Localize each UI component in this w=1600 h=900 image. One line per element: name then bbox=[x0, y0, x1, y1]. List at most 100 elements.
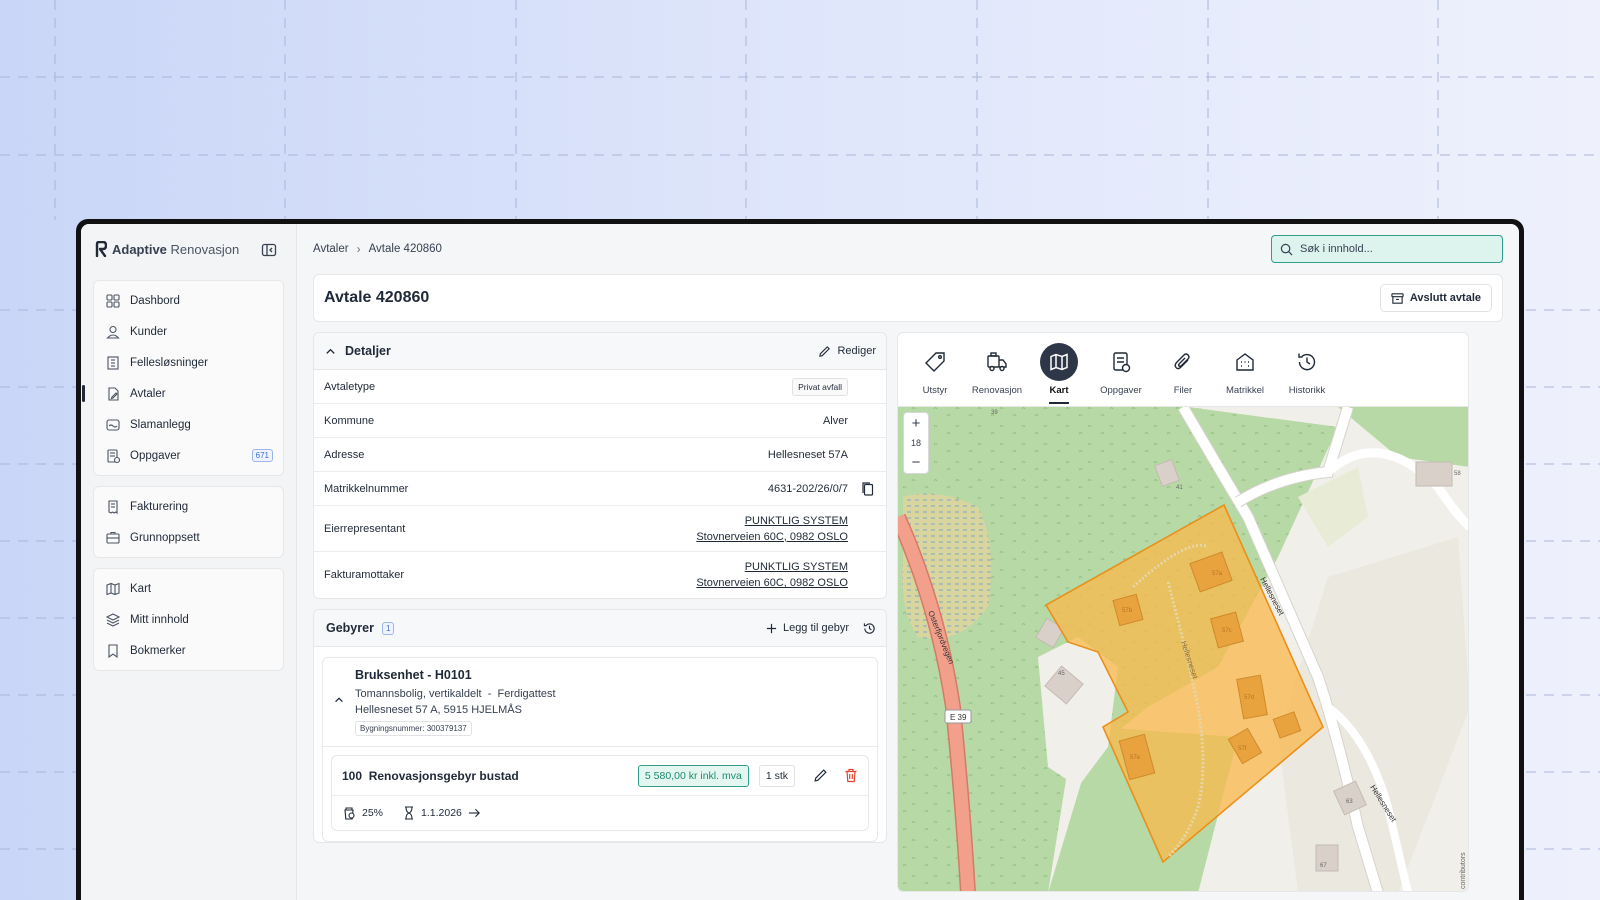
fees-count-badge: 1 bbox=[381, 621, 395, 635]
map-icon bbox=[106, 582, 120, 595]
pencil-icon bbox=[819, 345, 831, 357]
chevron-up-icon[interactable] bbox=[333, 694, 345, 706]
bookmark-icon bbox=[108, 643, 118, 658]
sidebar-item-bokmerker[interactable]: Bokmerker bbox=[94, 635, 283, 666]
device-frame: Adaptive Renovasjon Dashbord Kunder Fell… bbox=[76, 219, 1524, 900]
add-fee-button[interactable]: Legg til gebyr bbox=[766, 622, 849, 634]
unit-box: Bruksenhet - H0101 Tomannsbolig, vertika… bbox=[322, 657, 878, 842]
zoom-out-button[interactable]: − bbox=[912, 455, 921, 470]
share-value: 25% bbox=[362, 807, 384, 819]
sidebar-item-kart[interactable]: Kart bbox=[94, 573, 283, 604]
breadcrumb-current: Avtale 420860 bbox=[368, 243, 442, 255]
owner-link[interactable]: PUNKTLIG SYSTEM Stovnerveien 60C, 0982 O… bbox=[696, 513, 848, 545]
house-number: 63 bbox=[1346, 799, 1353, 805]
breadcrumb-parent-link[interactable]: Avtaler bbox=[313, 243, 349, 255]
history-icon bbox=[1298, 353, 1316, 371]
history-icon[interactable] bbox=[863, 622, 876, 635]
house-number: 41 bbox=[1176, 485, 1183, 491]
detail-value: Alver bbox=[822, 414, 848, 427]
sludge-icon bbox=[106, 418, 120, 431]
task-count-badge: 671 bbox=[251, 449, 273, 462]
end-agreement-button[interactable]: Avslutt avtale bbox=[1379, 284, 1492, 312]
user-icon bbox=[106, 325, 120, 339]
contract-icon bbox=[108, 386, 119, 401]
sidebar-item-label: Kart bbox=[130, 582, 152, 595]
tab-utstyr[interactable]: Utstyr bbox=[904, 333, 966, 406]
brand[interactable]: Adaptive Renovasjon bbox=[93, 236, 284, 262]
tab-label: Oppgaver bbox=[1100, 385, 1142, 396]
unit-type-line: Tomannsbolig, vertikaldelt - Ferdigattes… bbox=[355, 686, 867, 702]
chevron-up-icon[interactable] bbox=[324, 345, 337, 358]
nav-group-content: Kart Mitt innhold Bokmerker bbox=[93, 568, 284, 671]
fees-card: Gebyrer 1 Legg til gebyr Bruksenhet - H0… bbox=[313, 609, 887, 843]
start-date: 1.1.2026 bbox=[421, 807, 462, 819]
map-canvas[interactable]: Hellesneset Hellesneset Hellesneset Oste… bbox=[898, 403, 1469, 892]
owner-address[interactable]: Stovnerveien 60C, 0982 OSLO bbox=[696, 531, 848, 543]
detail-row-fakturamottaker: Fakturamottaker PUNKTLIG SYSTEM Stovnerv… bbox=[314, 552, 886, 598]
sidebar-item-label: Slamanlegg bbox=[130, 418, 191, 431]
tab-matrikkel[interactable]: Matrikkel bbox=[1214, 333, 1276, 406]
sidebar-item-label: Oppgaver bbox=[130, 449, 181, 462]
task-icon bbox=[107, 448, 120, 463]
detail-label: Avtaletype bbox=[324, 380, 376, 393]
tab-kart[interactable]: Kart bbox=[1028, 333, 1090, 406]
nav-group-main: Dashbord Kunder Fellesløsninger Avtaler … bbox=[82, 280, 284, 476]
owner-name[interactable]: PUNKTLIG SYSTEM bbox=[745, 515, 848, 527]
sidebar-item-fellesløsninger[interactable]: Fellesløsninger bbox=[94, 347, 283, 378]
invoice-recipient-address[interactable]: Stovnerveien 60C, 0982 OSLO bbox=[696, 577, 848, 589]
trash-icon[interactable] bbox=[844, 768, 858, 783]
sidebar-item-grunnoppsett[interactable]: Grunnoppsett bbox=[94, 522, 283, 553]
map-view[interactable]: Hellesneset Hellesneset Hellesneset Oste… bbox=[898, 403, 1469, 892]
search-box[interactable] bbox=[1271, 235, 1503, 263]
tab-filer[interactable]: Filer bbox=[1152, 333, 1214, 406]
page-title: Avtale 420860 bbox=[324, 289, 430, 306]
sidebar-item-dashbord[interactable]: Dashbord bbox=[94, 285, 283, 316]
house-number: 57d bbox=[1244, 695, 1254, 701]
invoice-recipient-link[interactable]: PUNKTLIG SYSTEM Stovnerveien 60C, 0982 O… bbox=[696, 559, 848, 591]
edit-button[interactable]: Rediger bbox=[818, 345, 876, 358]
unit-summary: Bruksenhet - H0101 Tomannsbolig, vertika… bbox=[323, 658, 877, 747]
search-input[interactable] bbox=[1300, 243, 1490, 255]
topbar: Avtaler › Avtale 420860 bbox=[313, 224, 1503, 274]
zoom-in-button[interactable]: + bbox=[912, 416, 921, 431]
truck-icon bbox=[987, 352, 1007, 372]
zoom-control: + 18 − bbox=[903, 412, 929, 474]
pencil-icon[interactable] bbox=[813, 768, 828, 783]
sidebar-item-mitt-innhold[interactable]: Mitt innhold bbox=[94, 604, 283, 635]
search-icon bbox=[1280, 243, 1293, 255]
detail-row-adresse: Adresse Hellesneset 57A bbox=[314, 438, 886, 472]
building-icon bbox=[1236, 353, 1254, 371]
unit-status: Ferdigattest bbox=[497, 688, 556, 700]
sidebar-item-oppgaver[interactable]: Oppgaver 671 bbox=[94, 440, 283, 471]
dash-separator: - bbox=[484, 688, 495, 700]
tab-renovasjon[interactable]: Renovasjon bbox=[966, 333, 1028, 406]
unit-type: Tomannsbolig, vertikaldelt bbox=[355, 688, 482, 700]
copy-icon[interactable] bbox=[862, 481, 874, 496]
detail-label: Fakturamottaker bbox=[324, 569, 405, 581]
tab-oppgaver[interactable]: Oppgaver bbox=[1090, 333, 1152, 406]
agreement-type-tag: Privat avfall bbox=[792, 377, 848, 396]
setup-icon bbox=[106, 531, 120, 544]
tab-label: Kart bbox=[1049, 385, 1069, 396]
house-number: 57b bbox=[1122, 608, 1133, 614]
detail-label: Kommune bbox=[324, 414, 375, 427]
unit-address: Hellesneset 57 A, 5915 HJELMÅS bbox=[355, 704, 522, 716]
chevron-right-icon: › bbox=[356, 242, 361, 256]
logo-icon bbox=[95, 241, 107, 257]
invoice-recipient-name[interactable]: PUNKTLIG SYSTEM bbox=[745, 561, 848, 573]
detail-row-eierrepresentant: Eierrepresentant PUNKTLIG SYSTEM Stovner… bbox=[314, 506, 886, 552]
sidebar-item-label: Bokmerker bbox=[130, 644, 186, 657]
sidebar-item-slamanlegg[interactable]: Slamanlegg bbox=[94, 409, 283, 440]
detail-row-avtaletype: Avtaletype Privat avfall bbox=[314, 370, 886, 404]
house-number: 57f bbox=[1238, 746, 1247, 752]
fee-name: 100 Renovasjonsgebyr bustad bbox=[342, 768, 519, 783]
sidebar-item-avtaler[interactable]: Avtaler bbox=[82, 378, 283, 409]
sidebar-item-kunder[interactable]: Kunder bbox=[94, 316, 283, 347]
collapse-sidebar-icon[interactable] bbox=[261, 242, 277, 258]
sidebar-item-fakturering[interactable]: Fakturering bbox=[94, 491, 283, 522]
sidebar: Adaptive Renovasjon Dashbord Kunder Fell… bbox=[81, 224, 297, 900]
end-agreement-label: Avslutt avtale bbox=[1409, 292, 1481, 304]
tab-historikk[interactable]: Historikk bbox=[1276, 333, 1338, 406]
sidebar-item-label: Kunder bbox=[130, 325, 168, 338]
tab-label: Historikk bbox=[1288, 385, 1326, 396]
